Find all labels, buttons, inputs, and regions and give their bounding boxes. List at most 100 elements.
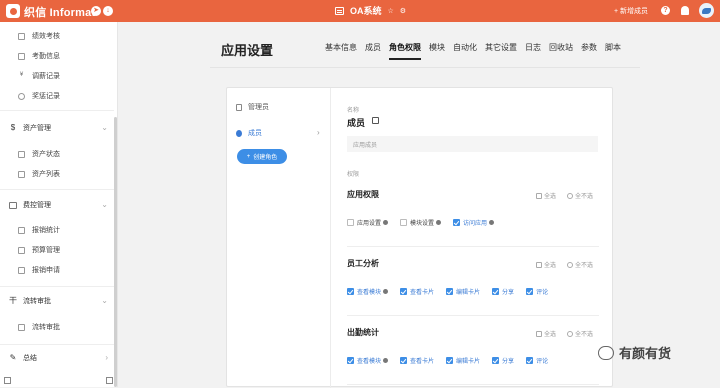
tab-members[interactable]: 成员: [365, 42, 381, 57]
select-none-button[interactable]: 全不选: [567, 329, 593, 338]
edit-icon[interactable]: [372, 117, 379, 124]
checkbox[interactable]: [492, 288, 500, 295]
checkbox[interactable]: [347, 219, 354, 226]
expand-icon[interactable]: [106, 377, 113, 384]
checkbox[interactable]: [526, 357, 534, 364]
chevron-down-icon[interactable]: ⌄: [101, 123, 108, 132]
select-all-button[interactable]: 全选: [536, 191, 556, 200]
tab-other-settings[interactable]: 其它设置: [485, 42, 517, 57]
option-comment[interactable]: 评论: [526, 287, 548, 296]
checkbox[interactable]: [446, 357, 454, 364]
checkbox[interactable]: [400, 357, 408, 364]
select-none-button[interactable]: 全不选: [567, 191, 593, 200]
option-share[interactable]: 分享: [492, 287, 514, 296]
checkbox[interactable]: [347, 357, 354, 364]
option-edit-card[interactable]: 编辑卡片: [446, 356, 480, 365]
checkbox[interactable]: [453, 219, 461, 226]
info-icon[interactable]: [383, 289, 389, 294]
section-divider: [347, 246, 599, 247]
option-comment[interactable]: 评论: [526, 356, 548, 365]
sidebar-item-asset-status[interactable]: 资产状态: [0, 144, 114, 164]
option-share[interactable]: 分享: [492, 356, 514, 365]
send-icon[interactable]: ➤: [91, 6, 101, 16]
role-label: 成员: [248, 130, 262, 137]
sidebar-item-expense-stats[interactable]: 报销统计: [0, 220, 114, 240]
checkbox[interactable]: [347, 288, 354, 295]
info-icon[interactable]: [436, 220, 442, 225]
clear-icon: [567, 261, 573, 268]
create-role-button[interactable]: + 创建角色: [237, 149, 287, 164]
lock-icon: [236, 103, 242, 111]
chevron-right-icon: ›: [317, 128, 320, 137]
checkbox[interactable]: [492, 357, 500, 364]
add-member-button[interactable]: + 新增成员: [614, 6, 648, 16]
sidebar-item-rewards[interactable]: 奖惩记录: [0, 86, 114, 106]
tab-parameters[interactable]: 参数: [581, 42, 597, 57]
user-avatar[interactable]: [699, 3, 714, 18]
tab-role-permissions[interactable]: 角色权限: [389, 42, 421, 60]
select-all-button[interactable]: 全选: [536, 329, 556, 338]
app-logo-icon[interactable]: [6, 4, 20, 18]
sidebar-item-label: 报销统计: [32, 227, 60, 234]
collapse-icon[interactable]: [4, 377, 11, 384]
sidebar-group-flow[interactable]: 干 流转审批 ⌄: [0, 290, 114, 312]
sidebar-group-summary[interactable]: ✎ 总结 ›: [0, 347, 114, 369]
sidebar-group-fee[interactable]: 费控管理 ⌄: [0, 194, 114, 216]
info-icon[interactable]: [489, 220, 495, 225]
option-access-app[interactable]: 访问应用: [453, 218, 495, 227]
tab-automation[interactable]: 自动化: [453, 42, 477, 57]
info-icon[interactable]: [383, 220, 389, 225]
sidebar-item-asset-list[interactable]: 资产列表: [0, 164, 114, 184]
chevron-down-icon[interactable]: ⌄: [101, 200, 108, 209]
app-title: OA系统: [350, 6, 382, 16]
star-icon[interactable]: ☆: [388, 7, 394, 15]
option-label: 查看模块: [357, 359, 382, 365]
select-all-label: 全选: [544, 263, 557, 269]
option-edit-card[interactable]: 编辑卡片: [446, 287, 480, 296]
option-view-card[interactable]: 查看卡片: [400, 287, 434, 296]
permission-label: 权限: [347, 172, 360, 178]
sidebar-group-label: 费控管理: [23, 202, 51, 209]
tab-scripts[interactable]: 脚本: [605, 42, 621, 57]
bell-icon[interactable]: [681, 6, 689, 15]
select-all-button[interactable]: 全选: [536, 260, 556, 269]
sidebar-item-label: 奖惩记录: [32, 93, 60, 100]
sidebar-item-performance[interactable]: 绩效考核: [0, 26, 114, 46]
chevron-right-icon[interactable]: ›: [105, 353, 108, 362]
tab-modules[interactable]: 模块: [429, 42, 445, 57]
sidebar-item-expense-apply[interactable]: 报销申请: [0, 260, 114, 280]
tab-logs[interactable]: 日志: [525, 42, 541, 57]
checkbox[interactable]: [526, 288, 534, 295]
option-app-settings[interactable]: 应用设置: [347, 218, 389, 227]
brand-name[interactable]: 织信 Informat: [24, 4, 95, 20]
tab-basic-info[interactable]: 基本信息: [325, 42, 357, 57]
download-icon[interactable]: ↓: [103, 6, 113, 16]
info-icon[interactable]: [383, 358, 389, 363]
help-question-icon[interactable]: ?: [661, 6, 670, 15]
role-item-member[interactable]: 成员: [236, 128, 262, 138]
options-row: 查看模块 查看卡片 编辑卡片 分享 评论: [347, 356, 560, 365]
chevron-down-icon[interactable]: ⌄: [101, 296, 108, 305]
name-label: 名称: [347, 108, 360, 114]
dollar-icon: $: [10, 122, 16, 132]
sidebar-item-flow-approval[interactable]: 流转审批: [0, 317, 114, 337]
sidebar-scrollbar[interactable]: [114, 117, 117, 387]
sidebar-group-assets[interactable]: $ 资产管理 ⌄: [0, 117, 114, 139]
file-icon: [18, 52, 25, 60]
role-item-admin[interactable]: 管理员: [236, 102, 269, 112]
option-view-card[interactable]: 查看卡片: [400, 356, 434, 365]
sidebar-item-attendance[interactable]: 考勤信息: [0, 46, 114, 66]
role-description-input[interactable]: [347, 136, 598, 152]
tab-recycle-bin[interactable]: 回收站: [549, 42, 573, 57]
option-view-module[interactable]: 查看模块: [347, 287, 389, 296]
option-module-settings[interactable]: 模块设置: [400, 218, 442, 227]
checkbox[interactable]: [400, 288, 408, 295]
checkbox[interactable]: [446, 288, 454, 295]
option-view-module[interactable]: 查看模块: [347, 356, 389, 365]
select-none-button[interactable]: 全不选: [567, 260, 593, 269]
sidebar-item-salary[interactable]: ¥ 调薪记录: [0, 66, 114, 86]
checkbox[interactable]: [400, 219, 408, 226]
sidebar-item-budget[interactable]: 预算管理: [0, 240, 114, 260]
app-switcher[interactable]: OA系统 ☆ ⚙: [335, 4, 406, 17]
settings-gear-icon[interactable]: ⚙: [400, 7, 406, 15]
